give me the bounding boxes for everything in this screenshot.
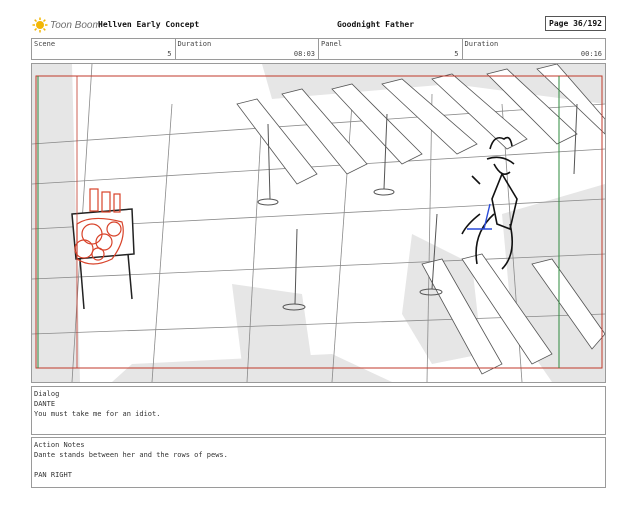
action-notes-line-1: Dante stands between her and the rows of… bbox=[34, 451, 228, 459]
sun-logo-icon bbox=[32, 17, 48, 33]
action-notes-spacer bbox=[34, 460, 603, 470]
page-label: Page bbox=[549, 19, 569, 28]
episode-title: Goodnight Father bbox=[337, 20, 415, 29]
panel-duration-label: Duration bbox=[464, 40, 499, 48]
panel-value: 5 bbox=[454, 50, 459, 58]
panel-duration-value: 00:16 bbox=[580, 50, 602, 58]
info-row: Scene 5 Duration 08:03 Panel 5 Duration … bbox=[31, 38, 606, 60]
dialog-label: Dialog bbox=[34, 390, 60, 398]
panel-drawing bbox=[32, 64, 605, 382]
scene-cell: Scene 5 bbox=[32, 39, 176, 59]
action-notes-box: Action Notes Dante stands between her an… bbox=[31, 437, 606, 488]
panel-duration-cell: Duration 00:16 bbox=[463, 39, 606, 59]
scene-value: 5 bbox=[167, 50, 172, 58]
altar-table bbox=[71, 208, 135, 310]
toon-boom-logo: Toon Boom bbox=[32, 17, 101, 33]
panel-cell: Panel 5 bbox=[319, 39, 463, 59]
logo-text: Toon Boom bbox=[50, 19, 101, 31]
page-number: 36/192 bbox=[573, 19, 602, 28]
panel-label: Panel bbox=[321, 40, 343, 48]
dialog-speaker: DANTE bbox=[34, 400, 56, 408]
action-notes-label: Action Notes bbox=[34, 441, 85, 449]
project-name: Hellven Early Concept bbox=[98, 20, 200, 29]
dialog-line: You must take me for an idiot. bbox=[34, 410, 161, 418]
duration-value: 08:03 bbox=[293, 50, 315, 58]
dialog-box: Dialog DANTE You must take me for an idi… bbox=[31, 386, 606, 435]
blue-pose-lines bbox=[467, 203, 492, 230]
duration-cell: Duration 08:03 bbox=[176, 39, 319, 59]
action-notes-line-2: PAN RIGHT bbox=[34, 471, 72, 479]
scene-label: Scene bbox=[34, 40, 56, 48]
header: Toon Boom Hellven Early Concept Goodnigh… bbox=[32, 16, 606, 36]
page-indicator: Page 36/192 bbox=[545, 16, 606, 31]
duration-label: Duration bbox=[177, 40, 212, 48]
storyboard-panel bbox=[31, 63, 606, 383]
